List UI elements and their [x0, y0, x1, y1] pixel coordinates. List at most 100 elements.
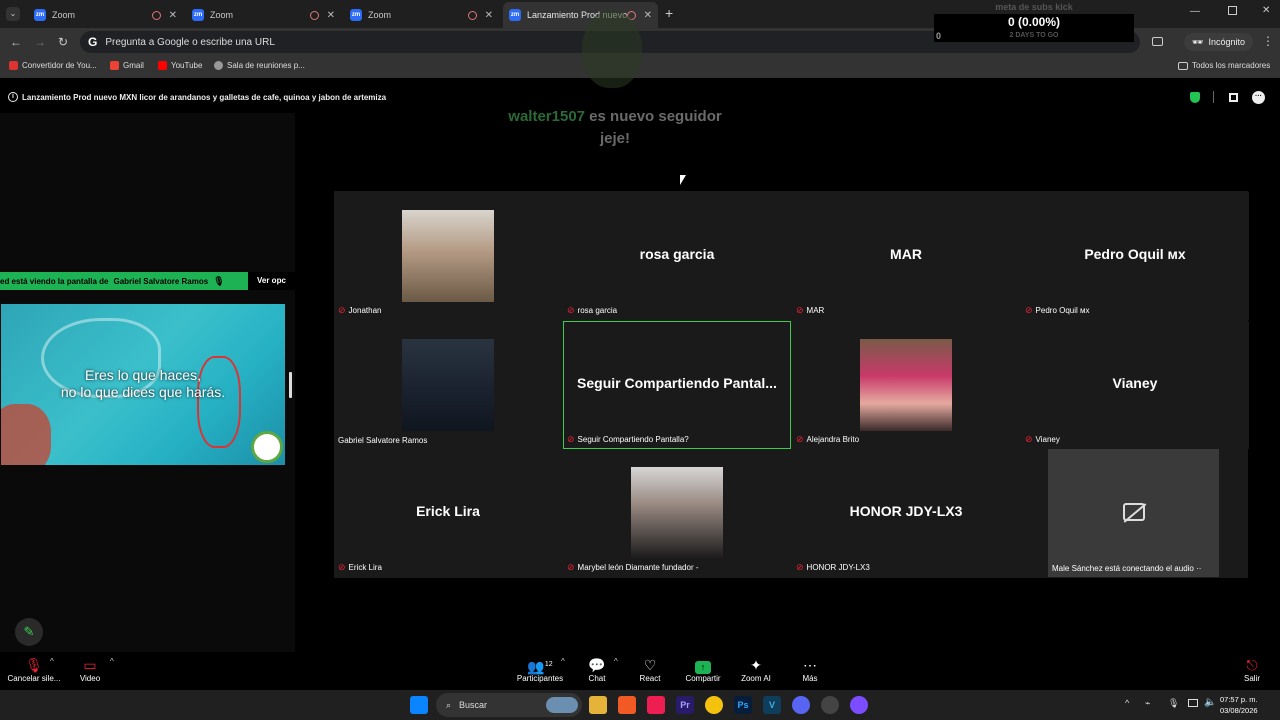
mic-icon: 🎙: [213, 275, 225, 286]
tab-menu-chevron-icon[interactable]: ⌄: [6, 7, 20, 21]
participant-name: Erick Lira: [348, 563, 382, 572]
volume-icon[interactable]: 🔈: [1204, 697, 1216, 708]
reading-mode-icon[interactable]: [1152, 37, 1163, 46]
tab-title: Zoom: [52, 10, 76, 20]
search-label: Buscar: [459, 700, 488, 710]
participant-display-name: HONOR JDY-LX3: [849, 503, 963, 519]
more-button[interactable]: ⋯ Más: [780, 656, 840, 683]
bookmark-label: YouTube: [171, 61, 203, 70]
bookmark-item[interactable]: YouTube: [158, 61, 202, 70]
view-options-button[interactable]: Ver opc: [248, 272, 295, 290]
participant-tile[interactable]: HONOR JDY-LX3 ⊘ HONOR JDY-LX3: [792, 449, 1020, 577]
browser-tab[interactable]: zm Zoom ✕: [344, 4, 499, 26]
participant-label: ⊘ Vianey: [1025, 434, 1060, 445]
window-minimize-icon[interactable]: —: [1190, 6, 1200, 17]
more-icon[interactable]: ···: [1252, 91, 1265, 104]
bookmark-item[interactable]: Convertidor de You...: [9, 61, 97, 70]
video-options-chevron-icon[interactable]: ^: [110, 657, 114, 666]
bookmark-item[interactable]: Gmail: [110, 61, 144, 70]
quote-text: Eres lo que haces, no lo que dices que h…: [1, 367, 285, 401]
browser-tab[interactable]: zm Zoom ✕: [186, 4, 341, 26]
close-tab-icon[interactable]: ✕: [169, 10, 177, 21]
participant-display-name: Seguir Compartiendo Pantal...: [577, 375, 777, 391]
settings-icon[interactable]: [821, 696, 839, 714]
participant-tile[interactable]: Vianey ⊘ Vianey: [1021, 321, 1249, 449]
participants-count: 12: [544, 661, 553, 668]
participant-label: ⊘ MAR: [796, 305, 824, 316]
windows-start-icon[interactable]: [410, 696, 428, 714]
muted-mic-icon: ⊘: [338, 562, 346, 572]
discord-icon[interactable]: [792, 696, 810, 714]
browser-tab[interactable]: zm Zoom ✕: [28, 4, 183, 26]
mic-options-chevron-icon[interactable]: ^: [50, 657, 54, 666]
leave-button[interactable]: ⎋ Salir: [1222, 656, 1280, 683]
participant-label: ⊘ Alejandra Brito: [796, 434, 859, 445]
new-follower-alert: walter1507 es nuevo seguidor jeje!: [500, 106, 730, 150]
close-tab-icon[interactable]: ✕: [644, 10, 652, 21]
chat-chevron-icon[interactable]: ^: [614, 657, 618, 666]
omnibox-placeholder: Pregunta a Google o escribe una URL: [105, 36, 275, 48]
tiktok-icon[interactable]: [647, 696, 665, 714]
close-tab-icon[interactable]: ✕: [327, 10, 335, 21]
window-close-icon[interactable]: ✕: [1262, 5, 1270, 16]
bookmark-label: Sala de reuniones p...: [227, 61, 305, 70]
participant-tile[interactable]: Gabriel Salvatore Ramos: [334, 321, 562, 449]
display-icon[interactable]: [1188, 699, 1198, 707]
visual-studio-icon[interactable]: V: [763, 696, 781, 714]
video-off-icon: [1123, 503, 1147, 523]
incognito-badge[interactable]: 🕶 Incógnito: [1184, 33, 1253, 51]
mic-tray-icon[interactable]: 🎙: [1168, 698, 1179, 709]
view-grid-icon[interactable]: [1229, 93, 1238, 102]
new-tab-button[interactable]: +: [665, 5, 673, 21]
chrome-icon[interactable]: [705, 696, 723, 714]
brave-icon[interactable]: [618, 696, 636, 714]
close-tab-icon[interactable]: ✕: [485, 10, 493, 21]
participant-tile[interactable]: MAR ⊘ MAR: [792, 192, 1020, 320]
leave-icon: ⎋: [1246, 657, 1258, 673]
clock-date: 03/08/2026: [1220, 706, 1258, 715]
pencil-button[interactable]: ✎: [15, 618, 43, 646]
taskbar-search[interactable]: ⌕ Buscar: [436, 693, 582, 717]
google-icon: G: [88, 35, 98, 49]
participant-tile[interactable]: ⊘ Alejandra Brito: [792, 321, 1020, 449]
muted-mic-icon: ⊘: [338, 305, 346, 315]
back-arrow-icon[interactable]: ←: [10, 35, 22, 49]
premiere-icon[interactable]: Pr: [676, 696, 694, 714]
quote-line-2: no lo que dices que harás.: [60, 384, 226, 400]
forward-arrow-icon[interactable]: →: [34, 35, 46, 49]
shared-screen-thumbnail[interactable]: Eres lo que haces, no lo que dices que h…: [1, 304, 285, 465]
share-presenter: Gabriel Salvatore Ramos: [113, 276, 209, 286]
participant-tile[interactable]: Male Sánchez está conectando el audio ··: [1048, 449, 1219, 577]
shield-icon[interactable]: [1190, 92, 1200, 103]
chat-button[interactable]: 💬 Chat: [567, 656, 627, 683]
bookmark-item[interactable]: Sala de reuniones p...: [214, 61, 305, 70]
browser-menu-icon[interactable]: ⋮: [1262, 34, 1274, 48]
resize-handle[interactable]: [289, 372, 292, 398]
zoom-ai-label: Zoom AI: [741, 674, 771, 683]
react-button[interactable]: ♡ React: [620, 656, 680, 683]
participant-tile[interactable]: rosa garcia ⊘ rosa garcia: [563, 192, 791, 320]
info-icon[interactable]: i: [8, 92, 18, 102]
participant-tile[interactable]: Erick Lira ⊘ Erick Lira: [334, 449, 562, 577]
reload-icon[interactable]: ↻: [58, 35, 68, 49]
share-button[interactable]: ↑ Compartir: [673, 656, 733, 683]
file-explorer-icon[interactable]: [589, 696, 607, 714]
zoom-ai-button[interactable]: ✦ Zoom AI: [726, 656, 786, 683]
tray-chevron-icon[interactable]: ^: [1125, 698, 1129, 708]
network-icon[interactable]: ⌁: [1145, 698, 1150, 709]
photoshop-icon[interactable]: Ps: [734, 696, 752, 714]
meeting-title: Lanzamiento Prod nuevo MXN licor de aran…: [22, 93, 387, 102]
participant-display-name: Vianey: [1112, 375, 1158, 391]
react-label: React: [639, 674, 661, 683]
unmute-button[interactable]: 🎙 Cancelar sile...: [2, 656, 66, 683]
search-icon: ⌕: [446, 699, 452, 710]
participants-chevron-icon[interactable]: ^: [561, 657, 565, 666]
app-icon[interactable]: [850, 696, 868, 714]
participant-tile[interactable]: Pedro Oquil ᴍx ⊘ Pedro Oquil ᴍx: [1021, 192, 1249, 320]
window-maximize-icon[interactable]: [1228, 6, 1237, 15]
all-bookmarks[interactable]: Todos los marcadores: [1178, 61, 1270, 70]
participant-tile[interactable]: ⊘ Jonathan: [334, 192, 562, 320]
participant-tile[interactable]: ⊘ Marybel león Diamante fundador -: [563, 449, 791, 577]
participant-tile[interactable]: Seguir Compartiendo Pantal... ⊘ Seguir Com…: [563, 321, 791, 449]
taskbar-clock[interactable]: 07:57 p. m. 03/08/2026: [1220, 694, 1258, 716]
